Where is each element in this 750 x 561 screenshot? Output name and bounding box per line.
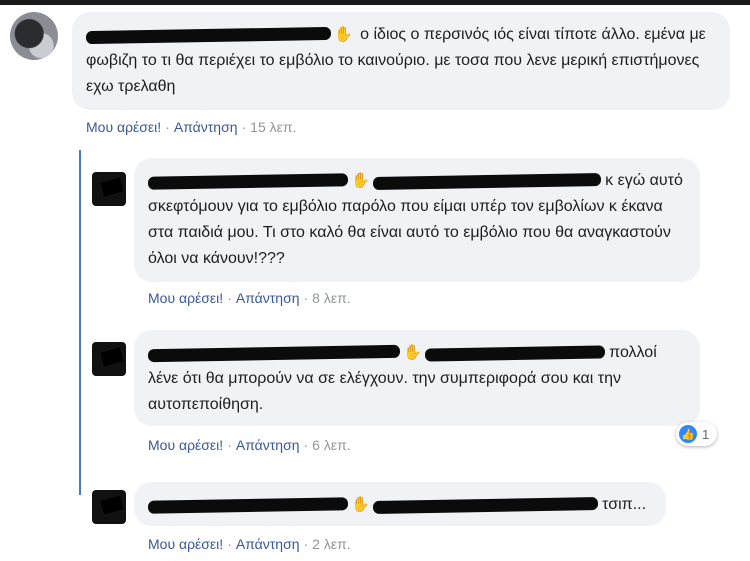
reply-actions: Μου αρέσει! · Απάντηση · 6 λεπ. <box>148 437 351 453</box>
reply-actions: Μου αρέσει! · Απάντηση · 2 λεπ. <box>148 536 351 552</box>
reply-link[interactable]: Απάντηση <box>236 437 300 453</box>
redacted-name[interactable] <box>147 496 349 514</box>
reaction-count: 1 <box>702 426 710 442</box>
reply-bubble: ✋ κ εγώ αυτό σκεφτόμουν για το εμβόλιο π… <box>134 158 700 282</box>
reaction-badge[interactable]: 👍 1 <box>676 422 718 446</box>
reply-avatar[interactable] <box>92 342 126 376</box>
reply-thread-line <box>79 150 81 495</box>
reply-text: τσιπ... <box>602 496 647 514</box>
redacted-name[interactable] <box>147 344 401 362</box>
commenter-avatar[interactable] <box>10 12 58 60</box>
reply-bubble: ✋ πολλοί λένε ότι θα μπορούν να σε ελέγχ… <box>134 330 700 426</box>
like-link[interactable]: Μου αρέσει! <box>86 119 161 135</box>
redacted-mention[interactable] <box>424 344 605 362</box>
redacted-mention[interactable] <box>372 172 601 190</box>
redacted-name[interactable] <box>147 172 349 190</box>
like-link[interactable]: Μου αρέσει! <box>148 437 223 453</box>
timestamp[interactable]: 2 λεπ. <box>312 536 350 552</box>
hand-icon: ✋ <box>403 344 422 361</box>
comment-bubble: ✋ ο ίδιος ο περσινός ιός είναι τίποτε άλ… <box>72 12 730 110</box>
redacted-mention[interactable] <box>372 496 598 514</box>
timestamp[interactable]: 8 λεπ. <box>312 290 350 306</box>
reply-bubble: ✋ τσιπ... <box>134 482 666 526</box>
redacted-name[interactable] <box>85 26 332 44</box>
reply-link[interactable]: Απάντηση <box>236 536 300 552</box>
hand-icon: ✋ <box>334 26 353 43</box>
hand-icon: ✋ <box>351 172 370 189</box>
top-bar <box>0 0 750 5</box>
timestamp[interactable]: 15 λεπ. <box>250 119 296 135</box>
thumbs-up-icon: 👍 <box>679 425 697 443</box>
like-link[interactable]: Μου αρέσει! <box>148 536 223 552</box>
hand-icon: ✋ <box>351 496 370 513</box>
reply-avatar[interactable] <box>92 490 126 524</box>
reply-actions: Μου αρέσει! · Απάντηση · 8 λεπ. <box>148 290 351 306</box>
comment-actions: Μου αρέσει! · Απάντηση · 15 λεπ. <box>86 119 297 135</box>
like-link[interactable]: Μου αρέσει! <box>148 290 223 306</box>
reply-link[interactable]: Απάντηση <box>236 290 300 306</box>
reply-link[interactable]: Απάντηση <box>174 119 238 135</box>
reply-avatar[interactable] <box>92 172 126 206</box>
timestamp[interactable]: 6 λεπ. <box>312 437 350 453</box>
